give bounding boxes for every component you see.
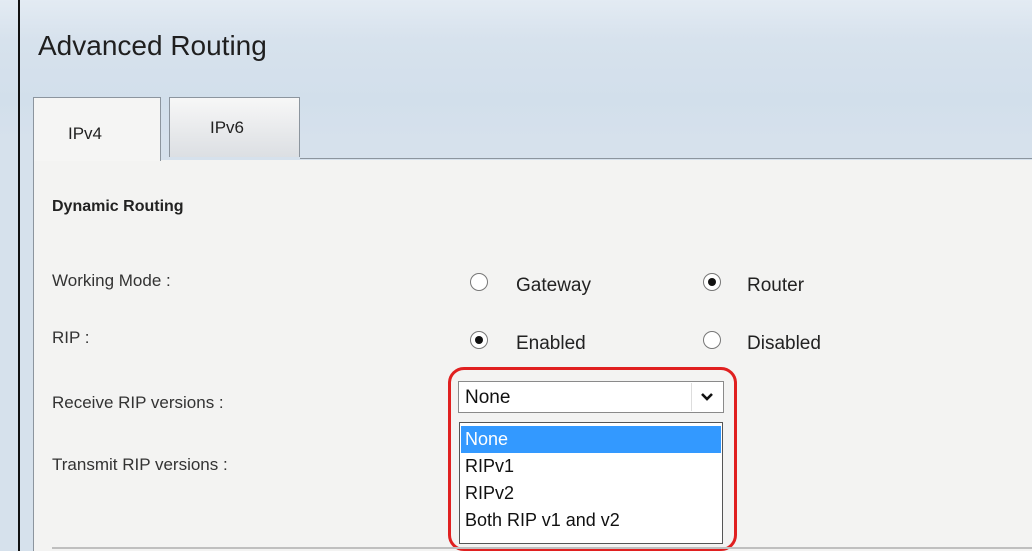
bottom-divider bbox=[52, 547, 1032, 549]
chevron-down-icon[interactable] bbox=[691, 383, 722, 411]
tab-ipv6-label: IPv6 bbox=[210, 118, 245, 137]
dropdown-option-ripv1[interactable]: RIPv1 bbox=[461, 453, 721, 480]
section-title: Dynamic Routing bbox=[52, 198, 184, 215]
receive-rip-dropdown-list: None RIPv1 RIPv2 Both RIP v1 and v2 bbox=[459, 422, 723, 544]
rip-label: RIP : bbox=[52, 328, 90, 347]
tab-ipv4-label: IPv4 bbox=[68, 124, 103, 143]
tab-ipv6[interactable]: IPv6 bbox=[169, 97, 300, 157]
frame-border bbox=[18, 0, 20, 551]
rip-enabled-label: Enabled bbox=[516, 333, 586, 354]
rip-disabled-label: Disabled bbox=[747, 333, 821, 354]
rip-enabled-radio[interactable] bbox=[470, 331, 488, 349]
receive-rip-select[interactable]: None bbox=[458, 381, 724, 413]
working-mode-router-radio[interactable] bbox=[703, 273, 721, 291]
rip-disabled-radio[interactable] bbox=[703, 331, 721, 349]
working-mode-gateway-radio[interactable] bbox=[470, 273, 488, 291]
dropdown-option-ripv2[interactable]: RIPv2 bbox=[461, 480, 721, 507]
working-mode-gateway-label: Gateway bbox=[516, 275, 591, 296]
working-mode-router-label: Router bbox=[747, 275, 805, 296]
receive-rip-label: Receive RIP versions : bbox=[52, 393, 224, 412]
page-title: Advanced Routing bbox=[38, 30, 267, 61]
transmit-rip-label: Transmit RIP versions : bbox=[52, 455, 228, 474]
dropdown-option-both[interactable]: Both RIP v1 and v2 bbox=[461, 507, 721, 534]
dropdown-option-none[interactable]: None bbox=[461, 426, 721, 453]
tab-ipv4[interactable]: IPv4 bbox=[33, 97, 161, 161]
tab-divider bbox=[300, 158, 1032, 159]
receive-rip-selected-value: None bbox=[465, 387, 511, 408]
working-mode-label: Working Mode : bbox=[52, 271, 171, 290]
